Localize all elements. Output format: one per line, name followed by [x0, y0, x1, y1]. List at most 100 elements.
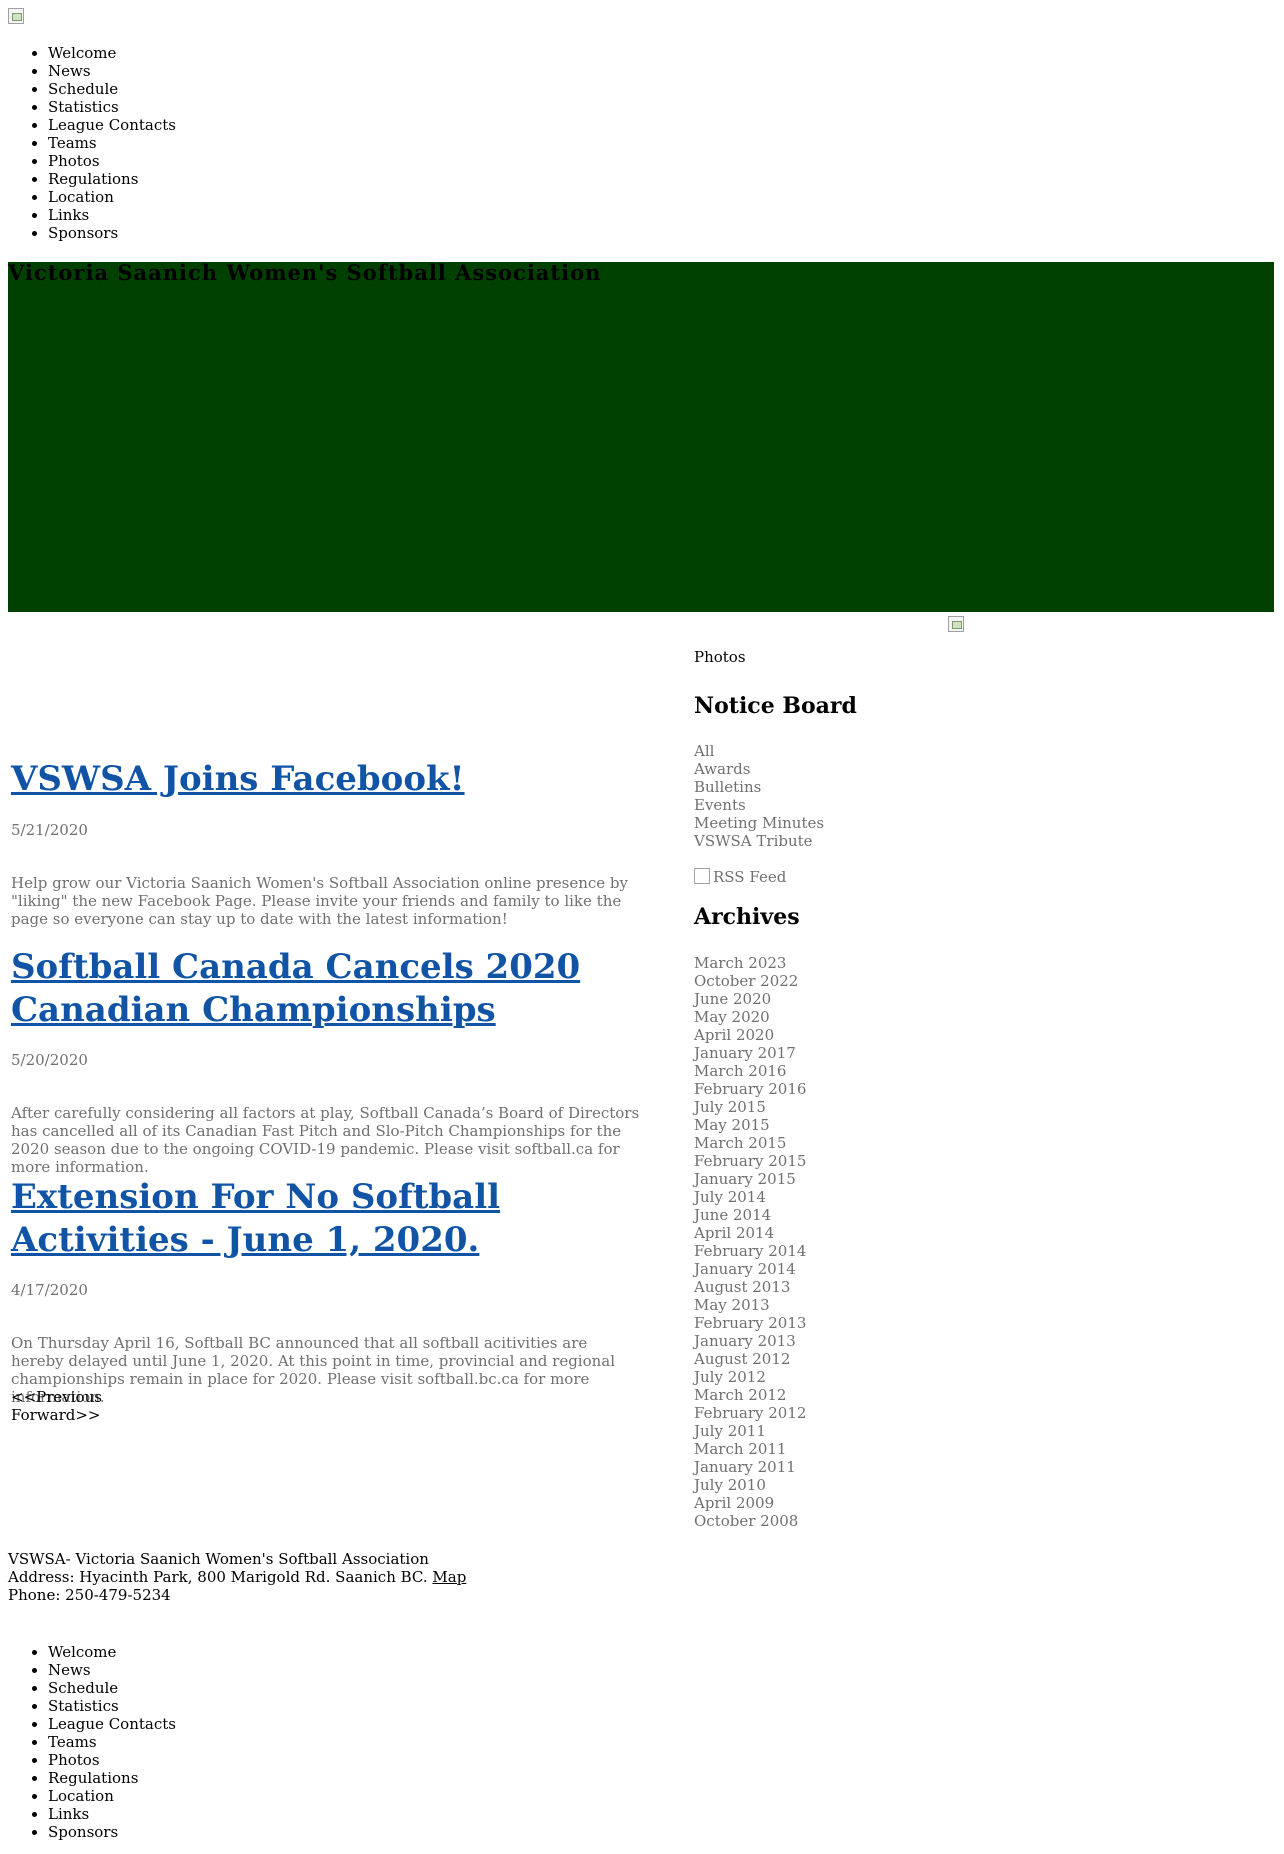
nav-item-league-contacts[interactable]: League Contacts — [48, 116, 176, 134]
archive-item[interactable]: June 2020 — [694, 990, 806, 1008]
archive-link[interactable]: January 2014 — [694, 1260, 796, 1278]
nav-link[interactable]: Sponsors — [48, 1823, 118, 1841]
archive-item[interactable]: March 2016 — [694, 1062, 806, 1080]
archive-item[interactable]: February 2013 — [694, 1314, 806, 1332]
archive-item[interactable]: April 2009 — [694, 1494, 806, 1512]
archive-link[interactable]: October 2022 — [694, 972, 798, 990]
archive-item[interactable]: October 2008 — [694, 1512, 806, 1530]
archive-link[interactable]: February 2015 — [694, 1152, 806, 1170]
archive-link[interactable]: April 2014 — [694, 1224, 774, 1242]
archive-link[interactable]: June 2020 — [694, 990, 771, 1008]
archive-link[interactable]: July 2012 — [694, 1368, 766, 1386]
archive-link[interactable]: February 2016 — [694, 1080, 806, 1098]
archive-item[interactable]: May 2015 — [694, 1116, 806, 1134]
archive-item[interactable]: February 2016 — [694, 1080, 806, 1098]
notice-link[interactable]: Events — [694, 796, 746, 814]
notice-item-vswsa-tribute[interactable]: VSWSA Tribute — [694, 832, 824, 850]
nav-item-photos[interactable]: Photos — [48, 152, 176, 170]
nav-link[interactable]: Teams — [48, 1733, 97, 1751]
archive-item[interactable]: July 2010 — [694, 1476, 806, 1494]
nav-item-schedule[interactable]: Schedule — [48, 1679, 176, 1697]
post-title-link[interactable]: Softball Canada Cancels 2020 Canadian Ch… — [11, 947, 580, 1030]
nav-item-regulations[interactable]: Regulations — [48, 1769, 176, 1787]
archive-item[interactable]: June 2014 — [694, 1206, 806, 1224]
nav-item-location[interactable]: Location — [48, 1787, 176, 1805]
archive-link[interactable]: March 2016 — [694, 1062, 786, 1080]
archive-item[interactable]: October 2022 — [694, 972, 806, 990]
nav-item-statistics[interactable]: Statistics — [48, 98, 176, 116]
nav-item-location[interactable]: Location — [48, 188, 176, 206]
archive-link[interactable]: July 2014 — [694, 1188, 766, 1206]
rss-feed-link[interactable]: RSS Feed — [694, 868, 786, 886]
notice-item-all[interactable]: All — [694, 742, 824, 760]
nav-item-statistics[interactable]: Statistics — [48, 1697, 176, 1715]
archive-link[interactable]: April 2020 — [694, 1026, 774, 1044]
nav-item-league-contacts[interactable]: League Contacts — [48, 1715, 176, 1733]
nav-item-sponsors[interactable]: Sponsors — [48, 1823, 176, 1841]
archive-link[interactable]: July 2011 — [694, 1422, 766, 1440]
nav-link[interactable]: League Contacts — [48, 1715, 176, 1733]
archive-item[interactable]: May 2020 — [694, 1008, 806, 1026]
archive-link[interactable]: February 2014 — [694, 1242, 806, 1260]
nav-link[interactable]: Links — [48, 206, 89, 224]
nav-link[interactable]: Regulations — [48, 170, 138, 188]
archive-item[interactable]: January 2013 — [694, 1332, 806, 1350]
nav-link[interactable]: News — [48, 62, 91, 80]
archive-item[interactable]: February 2014 — [694, 1242, 806, 1260]
nav-link[interactable]: Schedule — [48, 1679, 118, 1697]
map-link[interactable]: Map — [432, 1568, 466, 1586]
archive-link[interactable]: August 2012 — [694, 1350, 790, 1368]
nav-link[interactable]: Links — [48, 1805, 89, 1823]
archive-link[interactable]: May 2015 — [694, 1116, 770, 1134]
archive-item[interactable]: July 2014 — [694, 1188, 806, 1206]
archive-link[interactable]: March 2011 — [694, 1440, 786, 1458]
nav-item-links[interactable]: Links — [48, 206, 176, 224]
nav-item-welcome[interactable]: Welcome — [48, 1643, 176, 1661]
nav-link[interactable]: Welcome — [48, 1643, 116, 1661]
archive-link[interactable]: January 2011 — [694, 1458, 796, 1476]
nav-link[interactable]: Regulations — [48, 1769, 138, 1787]
previous-page-link[interactable]: <<Previous — [11, 1388, 102, 1406]
archive-link[interactable]: October 2008 — [694, 1512, 798, 1530]
nav-link[interactable]: Teams — [48, 134, 97, 152]
nav-item-news[interactable]: News — [48, 62, 176, 80]
nav-item-links[interactable]: Links — [48, 1805, 176, 1823]
archive-link[interactable]: August 2013 — [694, 1278, 790, 1296]
archive-item[interactable]: March 2015 — [694, 1134, 806, 1152]
archive-item[interactable]: January 2011 — [694, 1458, 806, 1476]
archive-item[interactable]: July 2015 — [694, 1098, 806, 1116]
nav-item-regulations[interactable]: Regulations — [48, 170, 176, 188]
notice-item-events[interactable]: Events — [694, 796, 824, 814]
archive-item[interactable]: August 2012 — [694, 1350, 806, 1368]
nav-link[interactable]: Photos — [48, 152, 100, 170]
nav-link[interactable]: Location — [48, 1787, 114, 1805]
nav-link[interactable]: Statistics — [48, 98, 119, 116]
archive-link[interactable]: April 2009 — [694, 1494, 774, 1512]
nav-link[interactable]: News — [48, 1661, 91, 1679]
notice-link[interactable]: Meeting Minutes — [694, 814, 824, 832]
nav-item-sponsors[interactable]: Sponsors — [48, 224, 176, 242]
post-title-link[interactable]: Extension For No Softball Activities - J… — [11, 1177, 500, 1260]
nav-item-news[interactable]: News — [48, 1661, 176, 1679]
archive-link[interactable]: January 2015 — [694, 1170, 796, 1188]
archive-link[interactable]: March 2012 — [694, 1386, 786, 1404]
archive-link[interactable]: May 2020 — [694, 1008, 770, 1026]
notice-item-meeting-minutes[interactable]: Meeting Minutes — [694, 814, 824, 832]
nav-link[interactable]: Sponsors — [48, 224, 118, 242]
archive-link[interactable]: May 2013 — [694, 1296, 770, 1314]
archive-link[interactable]: July 2010 — [694, 1476, 766, 1494]
archive-link[interactable]: June 2014 — [694, 1206, 771, 1224]
nav-item-photos[interactable]: Photos — [48, 1751, 176, 1769]
archive-link[interactable]: February 2012 — [694, 1404, 806, 1422]
notice-item-awards[interactable]: Awards — [694, 760, 824, 778]
archive-item[interactable]: April 2020 — [694, 1026, 806, 1044]
archive-item[interactable]: March 2011 — [694, 1440, 806, 1458]
archive-item[interactable]: February 2012 — [694, 1404, 806, 1422]
archive-link[interactable]: March 2015 — [694, 1134, 786, 1152]
archive-item[interactable]: February 2015 — [694, 1152, 806, 1170]
post-title-link[interactable]: VSWSA Joins Facebook! — [11, 759, 465, 799]
archive-item[interactable]: March 2023 — [694, 954, 806, 972]
nav-item-teams[interactable]: Teams — [48, 1733, 176, 1751]
nav-link[interactable]: Location — [48, 188, 114, 206]
nav-item-schedule[interactable]: Schedule — [48, 80, 176, 98]
